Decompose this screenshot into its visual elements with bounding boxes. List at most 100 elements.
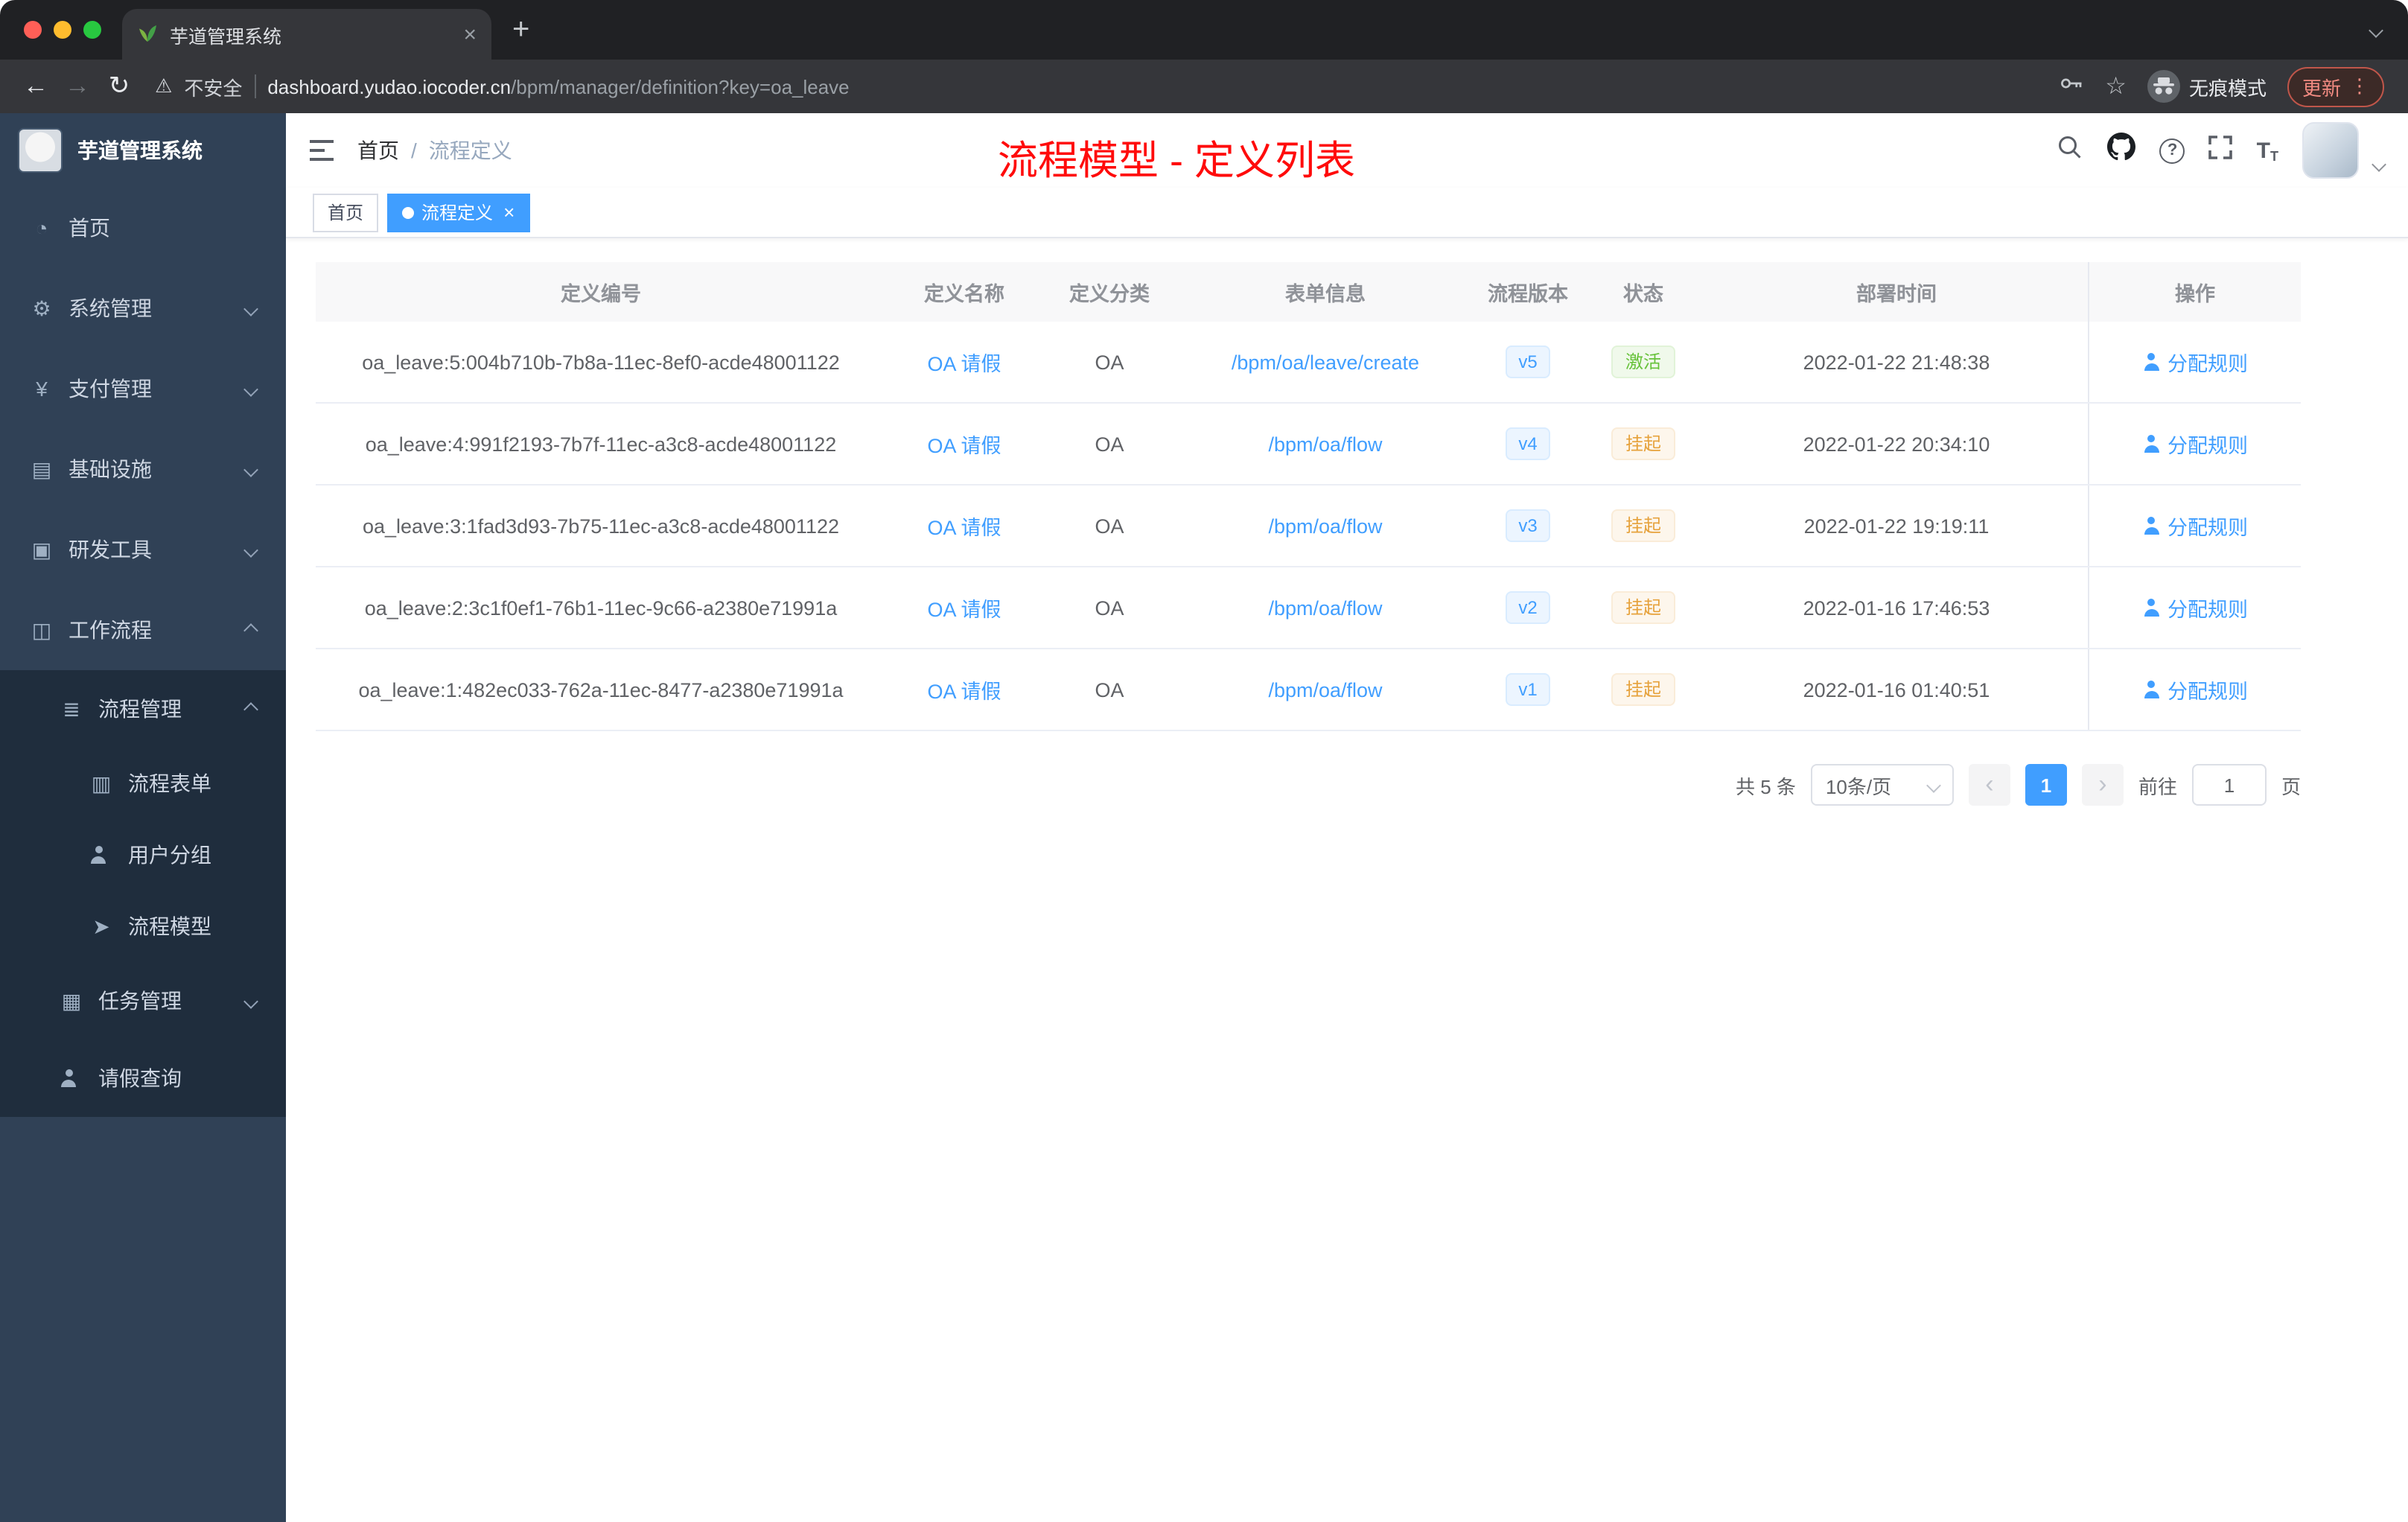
status-tag: 挂起 (1611, 673, 1675, 706)
tag-process-definition[interactable]: 流程定义 × (387, 193, 530, 232)
assign-rule-link[interactable]: 分配规则 (2142, 429, 2248, 459)
browser-tab[interactable]: 芋道管理系统 × (122, 9, 491, 60)
assign-rule-label: 分配规则 (2167, 517, 2248, 539)
assign-rule-link[interactable]: 分配规则 (2142, 511, 2248, 541)
prev-page-button[interactable]: ‹ (1968, 764, 2010, 806)
incognito-badge: 无痕模式 (2147, 70, 2267, 103)
form-link[interactable]: /bpm/oa/flow (1268, 433, 1382, 455)
form-link[interactable]: /bpm/oa/flow (1268, 678, 1382, 701)
tag-home[interactable]: 首页 (313, 193, 379, 232)
main-panel: 首页 / 流程定义 流程模型 - 定义列表 ? TT 首页 流程定义 × 定义编… (286, 113, 2408, 1522)
table-row: oa_leave:2:3c1f0ef1-76b1-11ec-9c66-a2380… (316, 567, 2301, 649)
version-cell: v1 (1474, 673, 1582, 706)
page-size-select[interactable]: 10条/页 (1810, 764, 1954, 806)
definition-name-link[interactable]: OA 请假 (927, 435, 1001, 457)
table-row: oa_leave:1:482ec033-762a-11ec-8477-a2380… (316, 649, 2301, 731)
github-icon[interactable] (2107, 133, 2136, 168)
definition-id-cell: oa_leave:3:1fad3d93-7b75-11ec-a3c8-acde4… (362, 515, 839, 537)
page-content: 定义编号 定义名称 定义分类 表单信息 流程版本 状态 部署时间 操作 oa_leave:5:… (286, 238, 2408, 1522)
table-body: oa_leave:5:004b710b-7b8a-11ec-8ef0-acde4… (316, 322, 2301, 731)
definition-category-cell: OA (1095, 596, 1124, 619)
avatar-caret-icon[interactable] (2372, 156, 2386, 171)
sidebar-item-leave-query[interactable]: 请假查询 (0, 1039, 286, 1117)
action-cell: 分配规则 (2088, 322, 2301, 402)
form-link[interactable]: /bpm/oa/leave/create (1232, 351, 1419, 373)
tab-list-chevron-icon[interactable] (2369, 22, 2383, 37)
definition-name-link[interactable]: OA 请假 (927, 517, 1001, 539)
sidebar-item-system-management[interactable]: ⚙ 系统管理 (0, 268, 286, 348)
goto-page-input[interactable] (2191, 764, 2267, 806)
user-avatar[interactable] (2302, 122, 2359, 179)
user-icon (2142, 517, 2160, 535)
bookmark-star-icon[interactable]: ☆ (2105, 71, 2127, 101)
table-row: oa_leave:4:991f2193-7b7f-11ec-a3c8-acde4… (316, 404, 2301, 485)
sidebar-menu: ◔ 首页 ⚙ 系统管理 ¥ 支付管理 ▤ 基础设施 ▣ 研发工具 ◫ 工作流程 … (0, 188, 286, 1117)
logo-avatar (18, 128, 63, 173)
version-tag: v2 (1505, 591, 1551, 624)
breadcrumb-home[interactable]: 首页 (357, 136, 399, 165)
sidebar-item-process-management[interactable]: ≣ 流程管理 (0, 670, 286, 748)
font-size-icon[interactable]: TT (2257, 138, 2278, 163)
browser-toolbar: ← → ↻ ⚠ 不安全 dashboard.yudao.iocoder.cn/b… (0, 60, 2408, 113)
window-fullscreen-button[interactable] (83, 21, 101, 39)
update-button[interactable]: 更新 ⋮ (2287, 66, 2384, 106)
assign-rule-link[interactable]: 分配规则 (2142, 593, 2248, 623)
help-icon[interactable]: ? (2159, 138, 2185, 163)
sidebar-item-payment-management[interactable]: ¥ 支付管理 (0, 348, 286, 429)
next-page-button[interactable]: › (2081, 764, 2124, 806)
deploy-time-cell: 2022-01-22 20:34:10 (1803, 433, 1990, 455)
tag-close-icon[interactable]: × (503, 201, 515, 223)
window-close-button[interactable] (24, 21, 42, 39)
chevron-down-icon (243, 381, 258, 396)
sidebar-toggle-icon[interactable] (286, 138, 357, 162)
forward-icon[interactable]: → (57, 66, 98, 107)
current-page-button[interactable]: 1 (2025, 764, 2067, 806)
form-link[interactable]: /bpm/oa/flow (1268, 596, 1382, 619)
sidebar-item-workflow[interactable]: ◫ 工作流程 (0, 590, 286, 670)
infrastructure-icon: ▤ (31, 456, 52, 480)
toolbar-actions: ☆ 无痕模式 更新 ⋮ (2057, 66, 2393, 106)
version-cell: v5 (1474, 346, 1582, 378)
sidebar-item-user-group[interactable]: 用户分组 (0, 819, 286, 891)
status-cell: 挂起 (1582, 427, 1705, 460)
status-tag: 挂起 (1611, 591, 1675, 624)
deploy-time-cell: 2022-01-22 19:19:11 (1803, 515, 1990, 537)
sidebar-item-process-form[interactable]: ▥ 流程表单 (0, 748, 286, 819)
page-title: 流程模型 - 定义列表 (998, 138, 1355, 183)
address-bar[interactable]: ⚠ 不安全 dashboard.yudao.iocoder.cn/bpm/man… (155, 72, 2042, 101)
deploy-time-cell: 2022-01-16 01:40:51 (1803, 678, 1990, 701)
status-tag: 激活 (1611, 346, 1675, 378)
search-icon[interactable] (2057, 133, 2084, 168)
chevron-down-icon (243, 993, 258, 1008)
assign-rule-link[interactable]: 分配规则 (2142, 675, 2248, 704)
tab-close-icon[interactable]: × (463, 22, 477, 47)
password-key-icon[interactable] (2057, 69, 2084, 104)
new-tab-button[interactable]: + (512, 13, 529, 47)
reload-icon[interactable]: ↻ (98, 66, 140, 107)
version-cell: v4 (1474, 427, 1582, 460)
sidebar-item-process-model[interactable]: ➤ 流程模型 (0, 891, 286, 962)
deploy-time-cell: 2022-01-22 21:48:38 (1803, 351, 1990, 373)
logo-title: 芋道管理系统 (77, 138, 203, 162)
form-info-cell: /bpm/oa/leave/create (1176, 351, 1474, 373)
column-header-1: 定义名称 (924, 283, 1004, 305)
assign-rule-link[interactable]: 分配规则 (2142, 347, 2248, 377)
back-icon[interactable]: ← (15, 66, 57, 107)
definition-name-link[interactable]: OA 请假 (927, 681, 1001, 703)
sidebar-item-task-management[interactable]: ▦ 任务管理 (0, 962, 286, 1039)
definition-name-link[interactable]: OA 请假 (927, 599, 1001, 621)
sidebar-item-home[interactable]: ◔ 首页 (0, 188, 286, 268)
sidebar-item-infrastructure[interactable]: ▤ 基础设施 (0, 429, 286, 509)
version-cell: v3 (1474, 509, 1582, 542)
breadcrumb-current: 流程定义 (428, 138, 512, 162)
sidebar-item-dev-tools[interactable]: ▣ 研发工具 (0, 509, 286, 590)
definition-name-link[interactable]: OA 请假 (927, 353, 1001, 375)
active-tag-dot (402, 206, 415, 218)
form-link[interactable]: /bpm/oa/flow (1268, 515, 1382, 537)
fullscreen-icon[interactable] (2208, 135, 2233, 166)
yen-icon: ¥ (36, 377, 48, 401)
window-minimize-button[interactable] (54, 21, 71, 39)
url-text: dashboard.yudao.iocoder.cn/bpm/manager/d… (267, 75, 849, 98)
browser-tab-strip: 芋道管理系统 × + (0, 0, 2408, 60)
browser-menu-icon[interactable]: ⋮ (2350, 74, 2369, 98)
